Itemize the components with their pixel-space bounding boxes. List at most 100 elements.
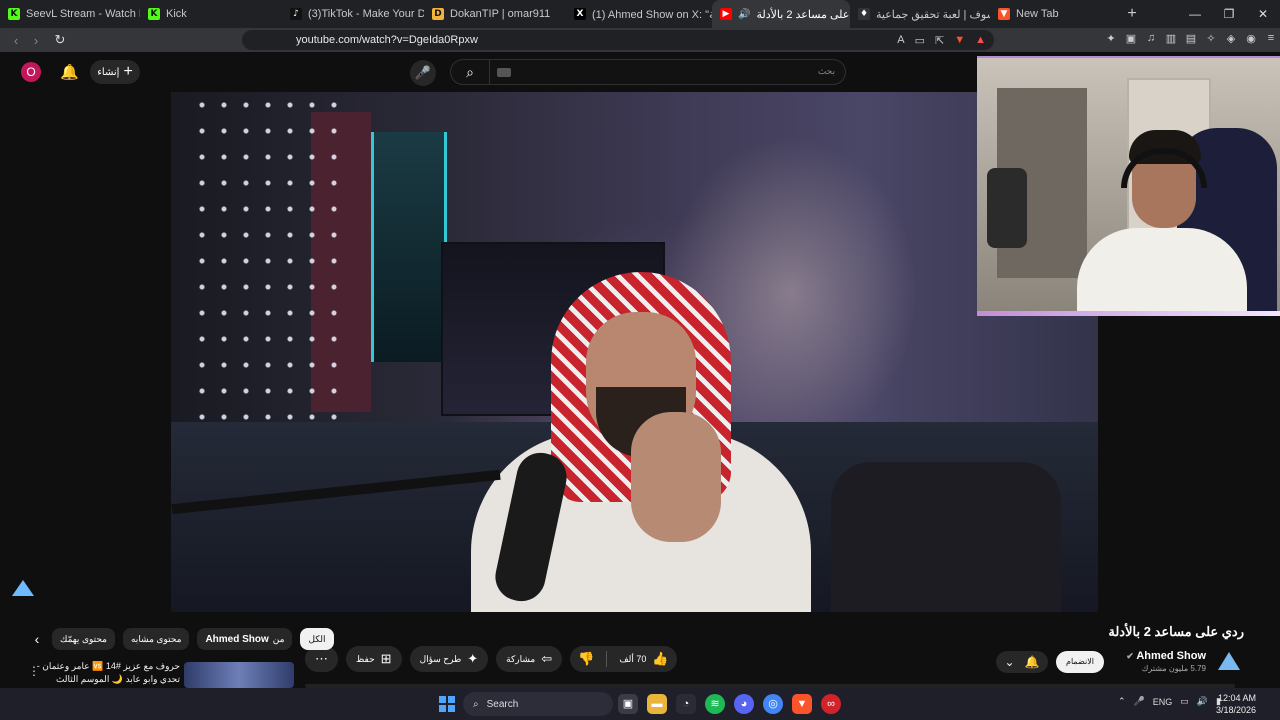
reload-icon[interactable]: ↻ bbox=[50, 32, 70, 48]
chevron-left-icon[interactable]: ‹ bbox=[30, 631, 44, 647]
url-text: youtube.com/watch?v=DgeIda0Rpxw bbox=[296, 34, 478, 46]
channel-name[interactable]: ✔ Ahmed Show bbox=[1126, 650, 1206, 662]
ask-label: طرح سؤال bbox=[419, 653, 462, 664]
extensions-icon[interactable]: ✦ bbox=[1104, 32, 1118, 45]
cast-icon[interactable]: ▭ bbox=[915, 34, 925, 47]
video-actions: ⋯ حفظ ⊞ طرح سؤال ✦ مشاركة ⇦ 👎 70 ألف 👍 bbox=[305, 646, 677, 672]
recommended-video[interactable]: ⋮ حروف مع عزيز #14 🆚 عامر وعثمان - تحدي … bbox=[24, 658, 296, 688]
tab-makshoof[interactable]: ♦ مكشوف | لعبة تحقيق جماعية bbox=[850, 0, 990, 28]
join-button[interactable]: الانضمام bbox=[1056, 651, 1104, 673]
capcut-icon[interactable]: ∞ bbox=[821, 694, 841, 714]
channel-avatar-icon[interactable] bbox=[1218, 652, 1240, 670]
plus-icon: + bbox=[123, 63, 133, 80]
ai-icon[interactable]: ✧ bbox=[1204, 32, 1218, 45]
speaker-icon: 🔊 bbox=[738, 8, 751, 20]
back-icon[interactable]: ‹ bbox=[6, 33, 26, 48]
tab-label: (3)TikTok - Make Your Day bbox=[308, 8, 424, 20]
chrome-icon[interactable]: ◎ bbox=[763, 694, 783, 714]
music-icon[interactable]: ♫ bbox=[1144, 32, 1158, 45]
voice-search-mic-icon[interactable]: 🎤 bbox=[410, 60, 436, 86]
tab-dokantip[interactable]: D DokanTIP | omar911 bbox=[424, 0, 566, 28]
sparkle-icon: ✦ bbox=[467, 651, 479, 666]
tab-kick[interactable]: K Kick bbox=[140, 0, 282, 28]
tab-youtube-active[interactable]: ▶ 🔊 ردي على مساعد 2 بالأدلة ✕ bbox=[712, 0, 850, 28]
menu-icon[interactable]: ≡ bbox=[1264, 32, 1278, 45]
chevron-up-icon[interactable]: ⌃ bbox=[1118, 696, 1126, 707]
kick-icon: K bbox=[148, 8, 160, 20]
related-filter-chips: ‹ محتوى يهمّك محتوى مشابه Ahmed Show من ا… bbox=[30, 628, 334, 650]
more-horizontal-icon: ⋯ bbox=[315, 651, 328, 666]
translate-icon[interactable]: A bbox=[897, 34, 904, 47]
url-field[interactable]: youtube.com/watch?v=DgeIda0Rpxw A ▭ ⇱ ▼ … bbox=[242, 30, 994, 50]
chip-from-prefix: من bbox=[272, 633, 285, 644]
taskbar-clock[interactable]: 12:04 AM 3/18/2026 bbox=[1216, 692, 1256, 716]
taskbar-search[interactable]: ⌕ Search bbox=[463, 692, 613, 716]
tab-tiktok[interactable]: ♪ (3)TikTok - Make Your Day bbox=[282, 0, 424, 28]
presenter-hands bbox=[631, 412, 721, 542]
brave-rewards-icon[interactable]: ▲ bbox=[975, 34, 986, 47]
tiktok-icon: ♪ bbox=[290, 8, 302, 20]
dislike-icon[interactable]: 👎 bbox=[578, 651, 594, 667]
notifications-bell-icon[interactable]: 🔔 bbox=[60, 63, 79, 81]
restore-icon[interactable]: ❐ bbox=[1212, 7, 1246, 21]
account-avatar[interactable]: O bbox=[21, 62, 41, 82]
window-controls: — ❐ ✕ bbox=[1178, 7, 1280, 21]
chip-channel-name: Ahmed Show bbox=[205, 633, 269, 645]
like-icon[interactable]: 👍 bbox=[652, 651, 668, 667]
sidebar-icon[interactable]: ▥ bbox=[1164, 32, 1178, 45]
subscription-notification-button[interactable]: ⌄ 🔔 bbox=[996, 651, 1048, 673]
wallet-icon[interactable]: ▤ bbox=[1184, 32, 1198, 45]
monitor-icon[interactable]: ▭ bbox=[1180, 696, 1189, 707]
tab-new-tab[interactable]: ▼ New Tab bbox=[990, 0, 1120, 28]
like-count: 70 ألف bbox=[619, 653, 647, 664]
save-button[interactable]: حفظ ⊞ bbox=[346, 646, 402, 672]
search-icon: ⌕ bbox=[473, 698, 479, 710]
webcam-microphone bbox=[987, 168, 1027, 248]
spotify-icon[interactable]: ≋ bbox=[705, 694, 725, 714]
streamer-thobe bbox=[1077, 228, 1247, 316]
extension-toolbar: ✦ ▣ ♫ ▥ ▤ ✧ ◈ ◉ ≡ bbox=[1104, 32, 1278, 45]
discord-icon[interactable]: ◕ bbox=[734, 694, 754, 714]
taskbar-apps: ▣ ▬ ◔ ≋ ◕ ◎ ▼ ∞ bbox=[618, 694, 841, 714]
forward-icon[interactable]: › bbox=[26, 33, 46, 48]
language-indicator[interactable]: ENG bbox=[1153, 697, 1173, 707]
ask-button[interactable]: طرح سؤال ✦ bbox=[409, 646, 489, 672]
tab-label: مكشوف | لعبة تحقيق جماعية bbox=[876, 8, 990, 21]
vpn-icon[interactable]: ◈ bbox=[1224, 32, 1238, 45]
chip-similar[interactable]: محتوى مشابه bbox=[122, 628, 190, 650]
minimize-icon[interactable]: — bbox=[1178, 7, 1212, 21]
screenshot-icon[interactable]: ▣ bbox=[1124, 32, 1138, 45]
tab-x-ahmed-show[interactable]: X (1) Ahmed Show on X: "بالأدلة bbox=[566, 0, 712, 28]
dokantip-icon: D bbox=[432, 8, 444, 20]
close-window-icon[interactable]: ✕ bbox=[1246, 7, 1280, 21]
create-button[interactable]: إنشاء + bbox=[90, 60, 140, 84]
keyboard-icon[interactable] bbox=[497, 68, 511, 77]
chip-from-channel[interactable]: Ahmed Show من bbox=[197, 628, 293, 650]
task-view-icon[interactable]: ▣ bbox=[618, 694, 638, 714]
search-box[interactable]: ⌕ بحث bbox=[450, 59, 846, 85]
windows-start-icon[interactable] bbox=[439, 696, 455, 712]
share-icon[interactable]: ⇱ bbox=[935, 34, 944, 47]
tab-label: DokanTIP | omar911 bbox=[450, 8, 551, 20]
chip-all[interactable]: الكل bbox=[300, 628, 334, 650]
youtube-icon: ▶ bbox=[720, 8, 732, 20]
video-player[interactable] bbox=[171, 92, 1098, 612]
share-button[interactable]: مشاركة ⇦ bbox=[496, 646, 563, 672]
share-arrow-icon: ⇦ bbox=[541, 651, 553, 666]
volume-icon[interactable]: 🔊 bbox=[1197, 696, 1208, 707]
mic-tray-icon[interactable]: 🎤 bbox=[1134, 696, 1145, 707]
chip-for-you[interactable]: محتوى يهمّك bbox=[52, 628, 115, 650]
brave-icon[interactable]: ▼ bbox=[792, 694, 812, 714]
share-label: مشاركة bbox=[506, 653, 536, 664]
webcam-streamer bbox=[1077, 118, 1247, 316]
snipping-tool-icon[interactable]: ◔ bbox=[676, 694, 696, 714]
profile-icon[interactable]: ◉ bbox=[1244, 32, 1258, 45]
tab-seevl-stream[interactable]: K SeevL Stream - Watch Live on K bbox=[0, 0, 140, 28]
save-icon: ⊞ bbox=[380, 651, 392, 666]
file-explorer-icon[interactable]: ▬ bbox=[647, 694, 667, 714]
new-tab-button[interactable]: + bbox=[1120, 5, 1144, 23]
brave-shield-icon[interactable]: ▼ bbox=[954, 34, 965, 47]
tab-label: (1) Ahmed Show on X: "بالأدلة bbox=[592, 8, 712, 21]
x-icon: X bbox=[574, 8, 586, 20]
search-icon[interactable]: ⌕ bbox=[451, 60, 490, 84]
